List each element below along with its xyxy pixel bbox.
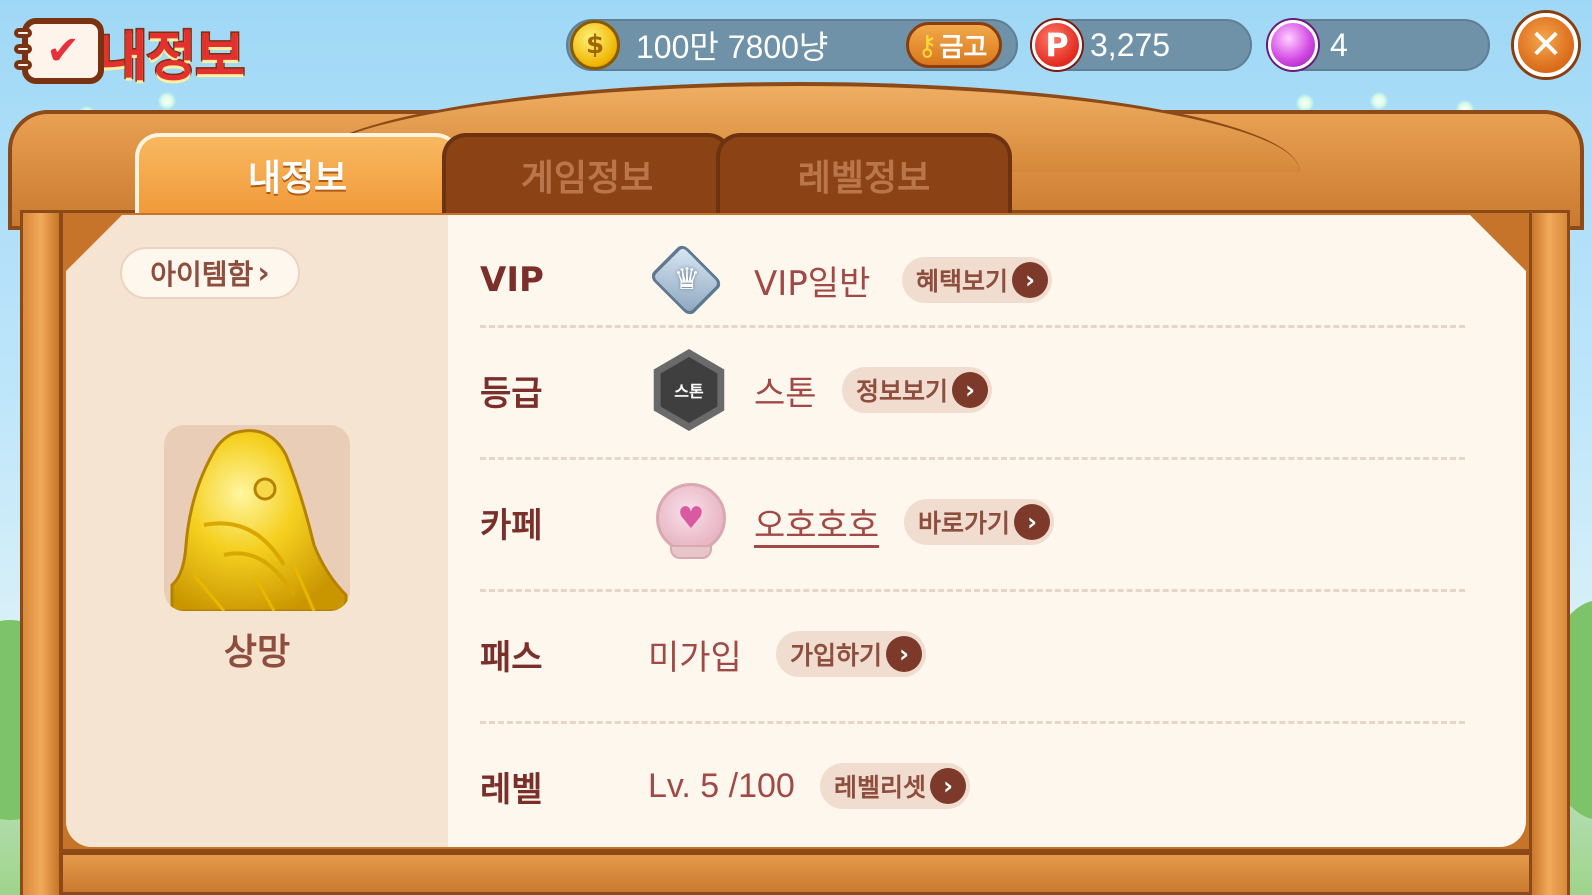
gem-icon — [1268, 20, 1318, 70]
close-button[interactable]: ✕ — [1514, 13, 1578, 77]
grade-info-button[interactable]: 정보보기 › — [842, 367, 993, 413]
grade-value: 스톤 — [754, 373, 817, 414]
stone-grade-icon: 스톤 — [653, 349, 725, 431]
golden-fish-icon — [170, 429, 348, 611]
cafe-go-label: 바로가기 — [918, 509, 1011, 538]
wooden-post-right — [1528, 210, 1570, 895]
item-box-label: 아이템함 — [150, 258, 254, 291]
level-reset-button[interactable]: 레벨리셋 › — [820, 763, 971, 809]
level-label: 레벨 — [480, 769, 543, 810]
vault-label: 금고 — [939, 32, 988, 63]
chevron-right-icon: › — [886, 636, 923, 672]
avatar — [164, 425, 350, 611]
cafe-label: 카페 — [480, 505, 543, 546]
profile-column: 아이템함 › 상망 — [66, 215, 448, 847]
gold-value: 100만 7800냥 — [636, 29, 829, 65]
bird-cafe-icon: ♥ — [656, 483, 726, 561]
tab-my-info[interactable]: 내정보 — [135, 133, 460, 213]
p-point-icon: P — [1032, 20, 1082, 70]
vip-icon-wrap: ♛ — [640, 240, 734, 320]
vault-button[interactable]: ⚷ 금고 — [906, 22, 1003, 68]
cafe-link[interactable]: 오호호호 — [754, 457, 879, 587]
chevron-right-icon: › — [952, 372, 989, 408]
vip-benefits-button[interactable]: 혜택보기 › — [902, 257, 1053, 303]
level-row: 레벨 Lv. 5 /100 레벨리셋 › — [480, 721, 1465, 847]
points-counter: P 3,275 — [1030, 19, 1252, 71]
tab-game-info[interactable]: 게임정보 — [442, 133, 732, 213]
panel-corner-decoration — [66, 215, 122, 271]
chevron-right-icon: › — [1012, 262, 1049, 298]
coin-icon: $ — [570, 20, 620, 70]
book-check-icon: ✔ — [14, 18, 104, 84]
vip-crown-diamond-icon: ♛ — [640, 240, 734, 320]
panel-corner-decoration — [1470, 215, 1526, 271]
vip-benefits-label: 혜택보기 — [916, 267, 1009, 296]
pass-label: 패스 — [480, 637, 543, 678]
pass-value: 미가입 — [648, 637, 742, 678]
points-value: 3,275 — [1090, 26, 1171, 63]
cafe-row: 카페 ♥ 오호호호 바로가기 › — [480, 457, 1465, 587]
tab-level-info[interactable]: 레벨정보 — [716, 133, 1012, 213]
page-title-logo: ✔ 내정보 — [14, 12, 247, 90]
grade-icon-wrap: 스톤 — [648, 349, 730, 431]
chevron-right-icon: › — [930, 768, 967, 804]
chevron-right-icon: › — [257, 255, 270, 291]
key-icon: ⚷ — [917, 28, 938, 62]
light-bulb-decoration — [1370, 92, 1388, 110]
level-value: Lv. 5 /100 — [648, 766, 795, 805]
grade-label: 등급 — [480, 373, 543, 414]
tab-label: 내정보 — [247, 158, 348, 199]
chevron-right-icon: › — [1014, 504, 1051, 540]
grade-info-label: 정보보기 — [856, 377, 949, 406]
pass-join-label: 가입하기 — [790, 641, 883, 670]
light-bulb-decoration — [158, 92, 176, 110]
grade-row: 등급 스톤 스톤 정보보기 › — [480, 325, 1465, 455]
close-icon: ✕ — [1529, 22, 1563, 68]
cafe-icon-wrap: ♥ — [656, 483, 726, 561]
tab-label: 레벨정보 — [797, 158, 931, 199]
wooden-post-left — [20, 210, 62, 895]
gem-counter: 4 — [1266, 19, 1490, 71]
cafe-go-button[interactable]: 바로가기 › — [904, 499, 1055, 545]
pass-row: 패스 미가입 가입하기 › — [480, 589, 1465, 719]
info-panel: 아이템함 › 상망 VIP ♛ VIP일반 혜택보기 › 등급 스톤 스톤 정보… — [66, 215, 1526, 847]
item-box-button[interactable]: 아이템함 › — [120, 247, 300, 299]
wooden-bottom-beam — [60, 852, 1532, 895]
tab-label: 게임정보 — [520, 158, 654, 199]
gem-value: 4 — [1330, 26, 1348, 63]
level-reset-label: 레벨리셋 — [834, 773, 927, 802]
page-title: 내정보 — [96, 23, 246, 89]
pass-join-button[interactable]: 가입하기 › — [776, 631, 927, 677]
nickname: 상망 — [223, 632, 291, 673]
